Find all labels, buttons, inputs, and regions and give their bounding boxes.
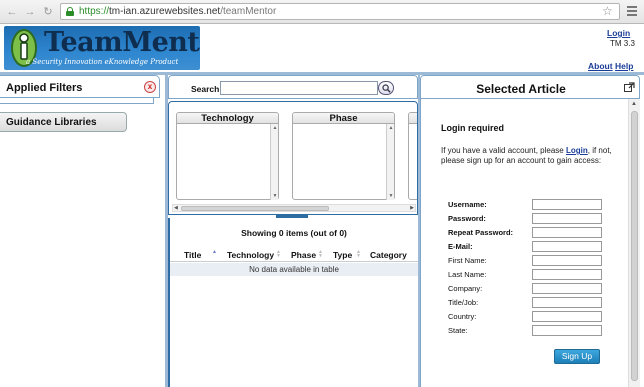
column-header-technology[interactable]: Technology [227,250,274,260]
lock-icon [66,7,74,16]
phase-filter-box[interactable]: Phase ▲ ▼ [292,112,395,200]
sort-icon[interactable]: ▲ ▼ [318,250,323,259]
about-link[interactable]: About [588,61,613,71]
right-pane: Selected Article Login required If you h… [420,75,644,387]
title-job-field[interactable] [532,297,602,308]
star-icon[interactable]: ☆ [602,4,613,18]
reload-icon[interactable]: ↻ [42,6,54,18]
password-label: Password: [448,214,486,223]
form-row-last-name: Last Name: [448,269,608,281]
username-label: Username: [448,200,487,209]
app-header: TeamMentor a Security Innovation eKnowle… [0,24,644,72]
form-row-email: E-Mail: [448,241,608,253]
main-area: Applied Filters x Guidance Libraries Sea… [0,72,644,387]
article-vertical-scrollbar[interactable]: ▲ [628,99,640,387]
search-input[interactable] [220,81,378,95]
selected-article-title: Selected Article [476,82,566,96]
address-bar[interactable]: https://tm-ian.azurewebsites.net/teamMen… [60,3,620,20]
phase-filter-header: Phase [293,113,394,124]
email-label: E-Mail: [448,242,473,251]
middle-pane: Search Technology ▲ ▼ Phase ▲ ▼ ◀ ▶ Show… [168,75,418,387]
search-label: Search [191,84,220,94]
next-filter-box[interactable] [408,112,417,200]
form-row-country: Country: [448,311,608,323]
logo-text: TeamMentor [44,27,200,58]
email-field[interactable] [532,241,602,252]
version-label: TM 3.3 [610,39,635,48]
repeat-password-label: Repeat Password: [448,228,514,237]
arrow-right-icon[interactable]: → [24,6,36,18]
form-row-username: Username: [448,199,608,211]
guidance-libraries-title: Guidance Libraries [6,117,97,128]
form-row-state: State: [448,325,608,337]
scrollbar-thumb[interactable] [181,206,329,211]
technology-filter-header: Technology [177,113,278,124]
column-header-category[interactable]: Category [370,250,407,260]
teammentor-logo: TeamMentor a Security Innovation eKnowle… [4,26,200,70]
search-bar: Search [168,75,418,99]
guidance-libraries-tab[interactable]: Guidance Libraries [0,112,127,132]
results-panel: Showing 0 items (out of 0) Title ▲ Techn… [168,218,418,387]
company-field[interactable] [532,283,602,294]
table-empty-message: No data available in table [170,263,418,276]
magnifier-icon [382,84,391,93]
last-name-label: Last Name: [448,270,487,279]
browser-toolbar: ← → ↻ https://tm-ian.azurewebsites.net/t… [0,0,644,24]
results-count: Showing 0 items (out of 0) [241,228,347,238]
country-label: Country: [448,312,477,321]
phase-scrollbar[interactable]: ▲ ▼ [386,124,394,200]
first-name-label: First Name: [448,256,487,265]
sort-icon[interactable]: ▲ ▼ [356,250,361,259]
login-required-text: If you have a valid account, please Logi… [441,146,612,165]
login-link[interactable]: Login [607,28,630,38]
close-icon[interactable]: x [144,81,156,93]
url-text: https://tm-ian.azurewebsites.net/teamMen… [79,6,277,17]
technology-scrollbar[interactable]: ▲ ▼ [270,124,278,200]
form-row-password: Password: [448,213,608,225]
hamburger-menu-icon[interactable] [627,6,637,18]
title-job-label: Title/Job: [448,298,479,307]
selected-article-header: Selected Article [420,75,640,99]
column-header-phase[interactable]: Phase [291,250,316,260]
repeat-password-field[interactable] [532,227,602,238]
arrow-left-icon[interactable]: ← [6,6,18,18]
technology-filter-box[interactable]: Technology ▲ ▼ [176,112,279,200]
country-field[interactable] [532,311,602,322]
first-name-field[interactable] [532,255,602,266]
left-pane: Applied Filters x Guidance Libraries [0,75,165,387]
article-content: Login required If you have a valid accou… [420,99,628,387]
last-name-field[interactable] [532,269,602,280]
form-row-company: Company: [448,283,608,295]
popout-icon[interactable] [624,82,635,92]
scrollbar-thumb[interactable] [631,111,638,381]
next-filter-header [409,113,417,124]
company-label: Company: [448,284,483,293]
login-required-title: Login required [441,123,504,133]
sign-up-button[interactable]: Sign Up [554,349,600,364]
column-header-title[interactable]: Title [184,250,201,260]
search-button[interactable] [378,81,394,95]
applied-filters-title: Applied Filters [6,82,83,94]
help-link[interactable]: Help [615,61,633,71]
column-header-type[interactable]: Type [333,250,352,260]
sort-icon[interactable]: ▲ ▼ [276,250,281,259]
username-field[interactable] [532,199,602,210]
inline-login-link[interactable]: Login [566,146,588,155]
form-row-repeat-password: Repeat Password: [448,227,608,239]
logo-tagline: a Security Innovation eKnowledge Product [26,58,179,66]
results-table-header: Title ▲ Technology ▲ ▼ Phase ▲ ▼ Type ▲ ▼ C… [170,247,418,262]
sort-asc-icon[interactable]: ▲ [212,250,217,255]
applied-filters-header: Applied Filters x [0,75,160,98]
password-field[interactable] [532,213,602,224]
filter-columns-panel: Technology ▲ ▼ Phase ▲ ▼ ◀ ▶ [168,101,418,215]
state-field[interactable] [532,325,602,336]
filters-horizontal-scrollbar[interactable]: ◀ ▶ [172,204,416,212]
form-row-title-job: Title/Job: [448,297,608,309]
applied-filters-body [0,98,154,104]
form-row-first-name: First Name: [448,255,608,267]
state-label: State: [448,326,468,335]
